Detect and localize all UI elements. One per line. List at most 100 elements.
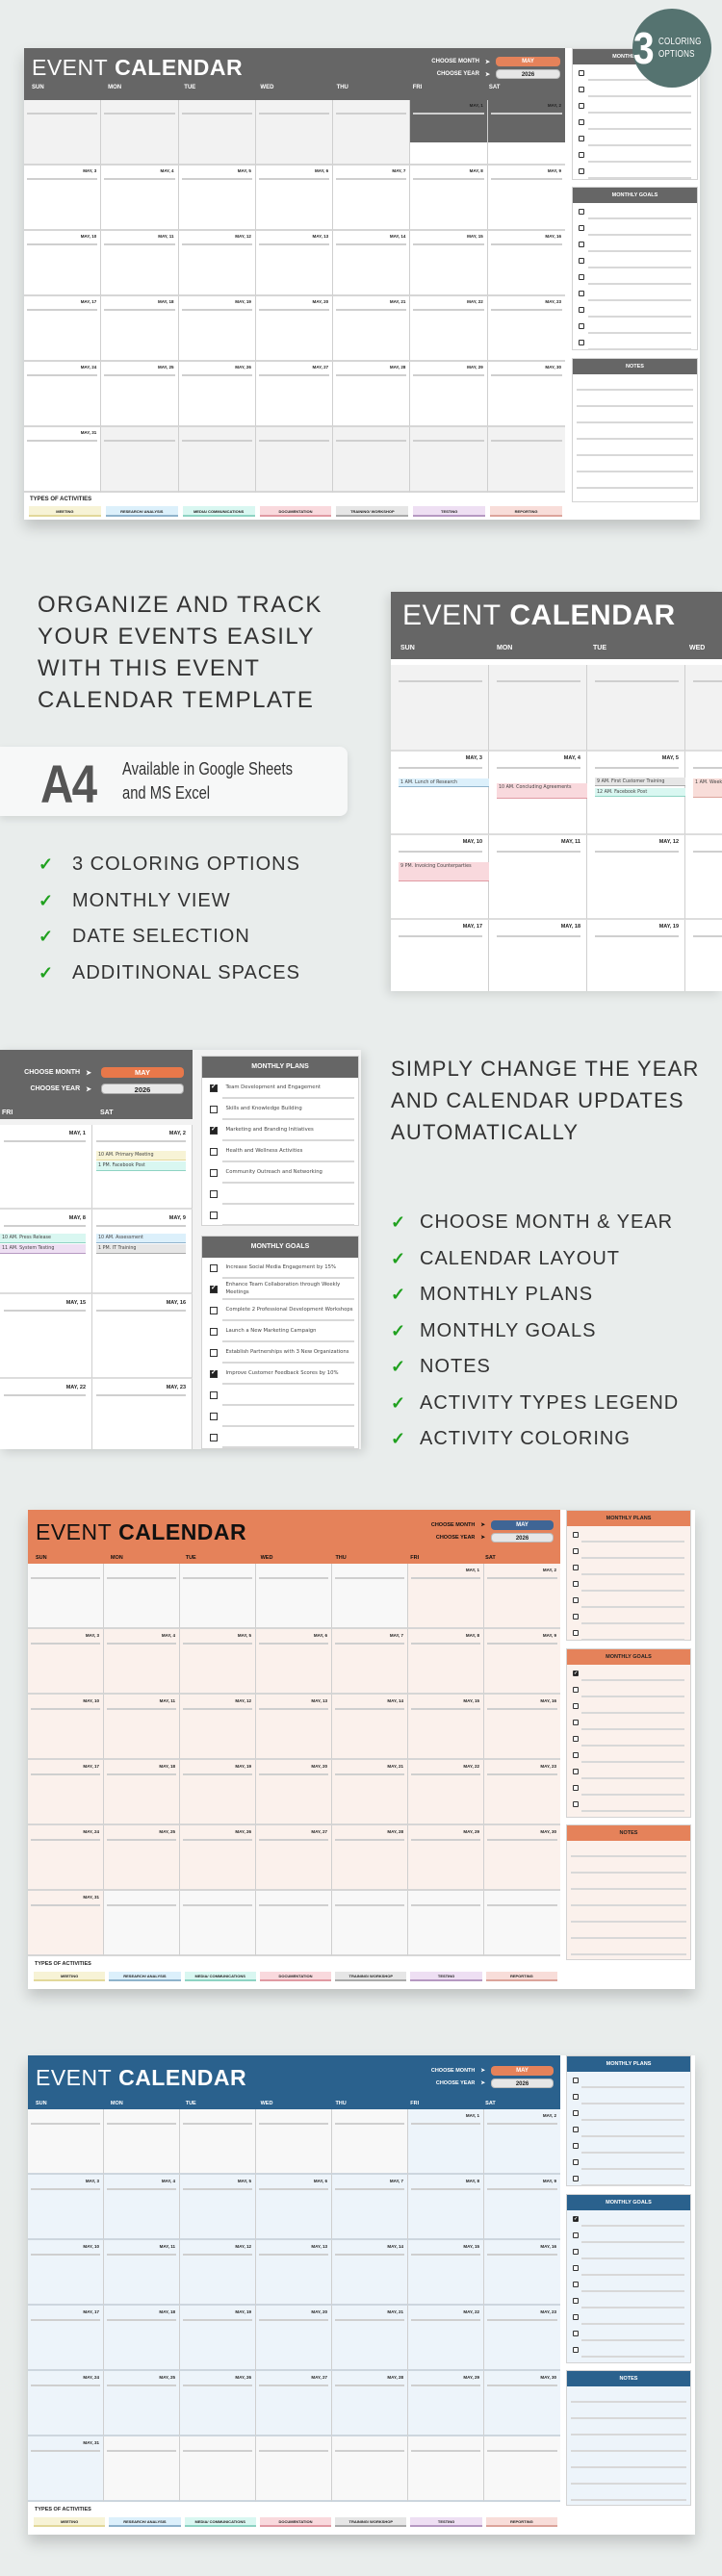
day-cell[interactable]: MAY, 26: [180, 1825, 256, 1891]
checkbox[interactable]: [210, 1368, 218, 1378]
day-cell[interactable]: MAY, 7: [333, 166, 411, 231]
checkbox[interactable]: [573, 2297, 579, 2304]
checkbox[interactable]: [573, 1800, 579, 1807]
item-text[interactable]: Health and Wellness Activities: [226, 1148, 356, 1156]
day-cell[interactable]: MAY, 15: [0, 1294, 92, 1379]
day-cell[interactable]: MAY, 30: [487, 362, 565, 427]
checkbox[interactable]: [573, 1596, 579, 1603]
checkbox[interactable]: [573, 2158, 579, 2165]
day-cell[interactable]: MAY, 13: [256, 1695, 332, 1760]
checkbox[interactable]: [573, 1670, 579, 1676]
day-cell[interactable]: MAY, 4 10 AM. Concluding Agreements: [489, 752, 587, 835]
day-cell[interactable]: MAY, 20: [256, 1760, 332, 1825]
month-select[interactable]: MAY: [491, 1520, 554, 1530]
day-cell[interactable]: MAY, 12: [180, 1695, 256, 1760]
entry-line[interactable]: [588, 348, 691, 350]
day-cell[interactable]: MAY, 13: [256, 2240, 332, 2306]
item-text[interactable]: Increase Social Media Engagement by 15%: [226, 1264, 356, 1272]
day-cell[interactable]: MAY, 30: [484, 1825, 560, 1891]
checkbox[interactable]: [573, 2232, 579, 2238]
calendar-event[interactable]: 9 PM. Invoicing Counterparties: [399, 862, 489, 881]
notes-line[interactable]: [571, 1857, 686, 1874]
checkbox[interactable]: [210, 1190, 218, 1198]
year-select[interactable]: 2026: [491, 2079, 554, 2088]
day-cell[interactable]: MAY, 13: [255, 231, 334, 296]
notes-line[interactable]: [571, 1874, 686, 1890]
day-cell[interactable]: MAY, 29: [408, 1825, 484, 1891]
day-cell[interactable]: MAY, 22: [410, 296, 488, 362]
checkbox[interactable]: [573, 1784, 579, 1791]
checkbox[interactable]: [210, 1169, 218, 1177]
day-cell[interactable]: MAY, 14: [332, 1695, 408, 1760]
checkbox[interactable]: [579, 151, 584, 158]
day-cell[interactable]: MAY, 17: [28, 2306, 104, 2371]
checkbox[interactable]: [573, 1580, 579, 1587]
day-cell[interactable]: MAY, 31: [28, 2436, 104, 2502]
notes-line[interactable]: [577, 391, 693, 407]
day-cell[interactable]: MAY, 20: [256, 2306, 332, 2371]
day-cell[interactable]: MAY, 7: [332, 1629, 408, 1695]
day-cell[interactable]: MAY, 16: [92, 1294, 193, 1379]
checkbox[interactable]: [579, 118, 584, 125]
checkbox[interactable]: [210, 1148, 218, 1156]
entry-line[interactable]: [581, 2356, 684, 2358]
notes-line[interactable]: [571, 2386, 686, 2403]
day-cell[interactable]: MAY, 2: [487, 100, 565, 166]
checkbox[interactable]: [579, 224, 584, 231]
checkbox[interactable]: [573, 2077, 579, 2083]
day-cell[interactable]: MAY, 11: [101, 231, 179, 296]
day-cell[interactable]: MAY, 18: [101, 296, 179, 362]
day-cell[interactable]: MAY, 6: [256, 2175, 332, 2240]
checkbox[interactable]: [573, 2346, 579, 2353]
day-cell[interactable]: MAY, 16: [487, 231, 565, 296]
day-cell[interactable]: MAY, 15: [408, 1695, 484, 1760]
calendar-event[interactable]: 11 AM. System Testing: [0, 1244, 86, 1254]
calendar-event[interactable]: 10 AM. Press Release: [0, 1234, 86, 1243]
day-cell[interactable]: MAY, 29: [410, 362, 488, 427]
notes-line[interactable]: [571, 2485, 686, 2501]
notes-line[interactable]: [571, 1841, 686, 1857]
day-cell[interactable]: MAY, 21: [332, 2306, 408, 2371]
calendar-event[interactable]: 1 AM. Weekly Reporting: [693, 778, 722, 798]
day-cell[interactable]: MAY, 10: [28, 1695, 104, 1760]
day-cell[interactable]: MAY, 24: [24, 362, 102, 427]
day-cell[interactable]: MAY, 18: [104, 1760, 180, 1825]
entry-line[interactable]: [581, 2184, 684, 2186]
day-cell[interactable]: MAY, 23: [484, 2306, 560, 2371]
day-cell[interactable]: MAY, 25: [104, 2371, 180, 2436]
calendar-event[interactable]: 1 PM. Facebook Post: [96, 1161, 186, 1171]
year-select[interactable]: 2026: [496, 69, 560, 79]
day-cell[interactable]: MAY, 10: [28, 2240, 104, 2306]
month-select[interactable]: MAY: [491, 2066, 554, 2076]
checkbox[interactable]: [573, 1564, 579, 1570]
calendar-event[interactable]: 10 AM. Assessment: [96, 1234, 186, 1243]
day-cell[interactable]: MAY, 11: [489, 835, 587, 920]
notes-line[interactable]: [577, 472, 693, 489]
day-cell[interactable]: MAY, 6: [256, 1629, 332, 1695]
entry-line[interactable]: [588, 177, 691, 179]
checkbox[interactable]: [573, 2281, 579, 2287]
checkbox[interactable]: [579, 339, 584, 345]
checkbox[interactable]: [573, 1735, 579, 1742]
day-cell[interactable]: MAY, 27: [255, 362, 334, 427]
checkbox[interactable]: [210, 1413, 218, 1420]
checkbox[interactable]: [579, 69, 584, 76]
notes-line[interactable]: [577, 456, 693, 472]
day-cell[interactable]: MAY, 12: [180, 2240, 256, 2306]
day-cell[interactable]: MAY, 26: [178, 362, 256, 427]
day-cell[interactable]: MAY, 14: [333, 231, 411, 296]
entry-line[interactable]: [581, 1810, 684, 1812]
day-cell[interactable]: MAY, 5: [180, 2175, 256, 2240]
day-cell[interactable]: MAY, 1: [410, 100, 488, 166]
day-cell[interactable]: MAY, 28: [332, 2371, 408, 2436]
checkbox[interactable]: [573, 2109, 579, 2116]
notes-line[interactable]: [571, 2468, 686, 2485]
checkbox[interactable]: [573, 1531, 579, 1538]
notes-line[interactable]: [577, 423, 693, 440]
day-cell[interactable]: MAY, 28: [333, 362, 411, 427]
day-cell[interactable]: MAY, 4: [104, 2175, 180, 2240]
day-cell[interactable]: MAY, 3: [24, 166, 102, 231]
day-cell[interactable]: MAY, 19: [587, 920, 685, 991]
checkbox[interactable]: [573, 2248, 579, 2255]
month-select[interactable]: MAY: [101, 1067, 184, 1078]
